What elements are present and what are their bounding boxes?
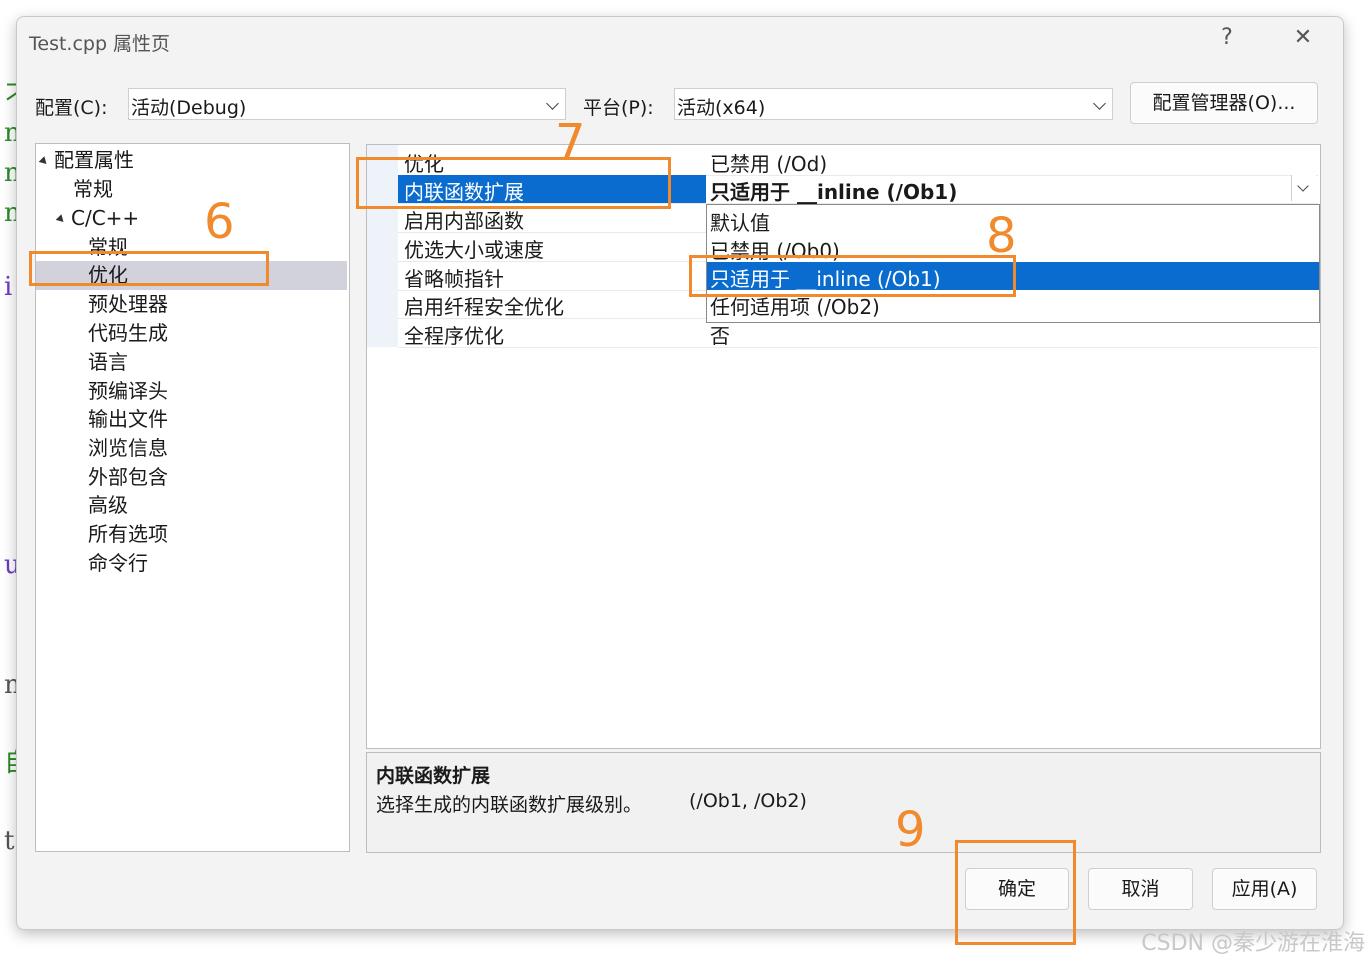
close-icon[interactable]: ✕: [1285, 25, 1321, 50]
description-text: 选择生成的内联函数扩展级别。: [376, 794, 643, 816]
property-name: 全程序优化: [404, 324, 504, 348]
annotation-box-8: [689, 255, 1016, 297]
property-value: 否: [710, 324, 730, 348]
tree-item-precompiled-headers[interactable]: 预编译头: [88, 377, 168, 406]
tree-item-advanced[interactable]: 高级: [88, 491, 128, 520]
annotation-number-7: 7: [555, 114, 586, 170]
tree-item-codegen[interactable]: 代码生成: [88, 319, 168, 348]
tree-item-preprocessor[interactable]: 预处理器: [88, 290, 168, 319]
property-name: 优选大小或速度: [404, 238, 544, 262]
property-name: 省略帧指针: [404, 267, 504, 291]
annotation-box-7: [356, 157, 671, 209]
cancel-button[interactable]: 取消: [1088, 868, 1193, 910]
chevron-down-icon: [546, 97, 559, 110]
config-select[interactable]: 活动(Debug): [128, 88, 566, 120]
help-button[interactable]: ?: [1209, 25, 1245, 50]
annotation-number-8: 8: [986, 208, 1017, 264]
property-value: 已禁用 (/Od): [710, 152, 828, 176]
platform-value: 活动(x64): [677, 97, 766, 119]
annotation-box-9: [955, 840, 1076, 945]
description-flags: (/Ob1, /Ob2): [689, 790, 807, 812]
tree-item-all-options[interactable]: 所有选项: [88, 520, 168, 549]
bg-fragment: i: [4, 272, 13, 302]
property-row[interactable]: 全程序优化 否: [398, 319, 1318, 348]
property-tree: 配置属性 常规 C/C++ 常规 优化 预处理器 代码生成 语言 预编译头 输出…: [35, 143, 350, 852]
tree-item-cpp[interactable]: C/C++: [55, 204, 139, 233]
dropdown-button[interactable]: [1291, 175, 1316, 201]
expanded-arrow-icon: [38, 156, 50, 167]
config-label: 配置(C):: [35, 97, 108, 119]
description-panel: 内联函数扩展 选择生成的内联函数扩展级别。 (/Ob1, /Ob2): [366, 752, 1321, 853]
property-value: 只适用于 __inline (/Ob1): [710, 180, 958, 204]
apply-button[interactable]: 应用(A): [1212, 868, 1317, 910]
tree-item-general[interactable]: 常规: [73, 175, 113, 204]
annotation-number-6: 6: [204, 194, 235, 250]
description-title: 内联函数扩展: [376, 765, 491, 787]
config-manager-button[interactable]: 配置管理器(O)...: [1130, 82, 1318, 124]
chevron-down-icon: [1297, 180, 1309, 192]
tree-item-output-files[interactable]: 输出文件: [88, 405, 168, 434]
tree-item-config-props[interactable]: 配置属性: [38, 146, 134, 175]
tree-item-command-line[interactable]: 命令行: [88, 549, 148, 578]
config-value: 活动(Debug): [131, 97, 247, 119]
chevron-down-icon: [1093, 97, 1106, 110]
annotation-box-6: [29, 251, 269, 286]
platform-select[interactable]: 活动(x64): [674, 88, 1113, 120]
tree-item-language[interactable]: 语言: [88, 348, 128, 377]
platform-label: 平台(P):: [583, 97, 654, 119]
property-name: 启用内部函数: [404, 209, 524, 233]
annotation-number-9: 9: [895, 802, 926, 858]
expanded-arrow-icon: [55, 214, 67, 225]
dialog-title: Test.cpp 属性页: [29, 33, 171, 55]
tree-item-browse-info[interactable]: 浏览信息: [88, 434, 168, 463]
tree-item-external-includes[interactable]: 外部包含: [88, 463, 168, 492]
watermark: CSDN @秦少游在淮海: [1141, 931, 1365, 956]
property-name: 启用纤程安全优化: [404, 295, 564, 319]
property-pages-dialog: Test.cpp 属性页 ? ✕ 配置(C): 活动(Debug) 平台(P):…: [16, 16, 1344, 930]
bg-fragment: t: [4, 826, 15, 856]
